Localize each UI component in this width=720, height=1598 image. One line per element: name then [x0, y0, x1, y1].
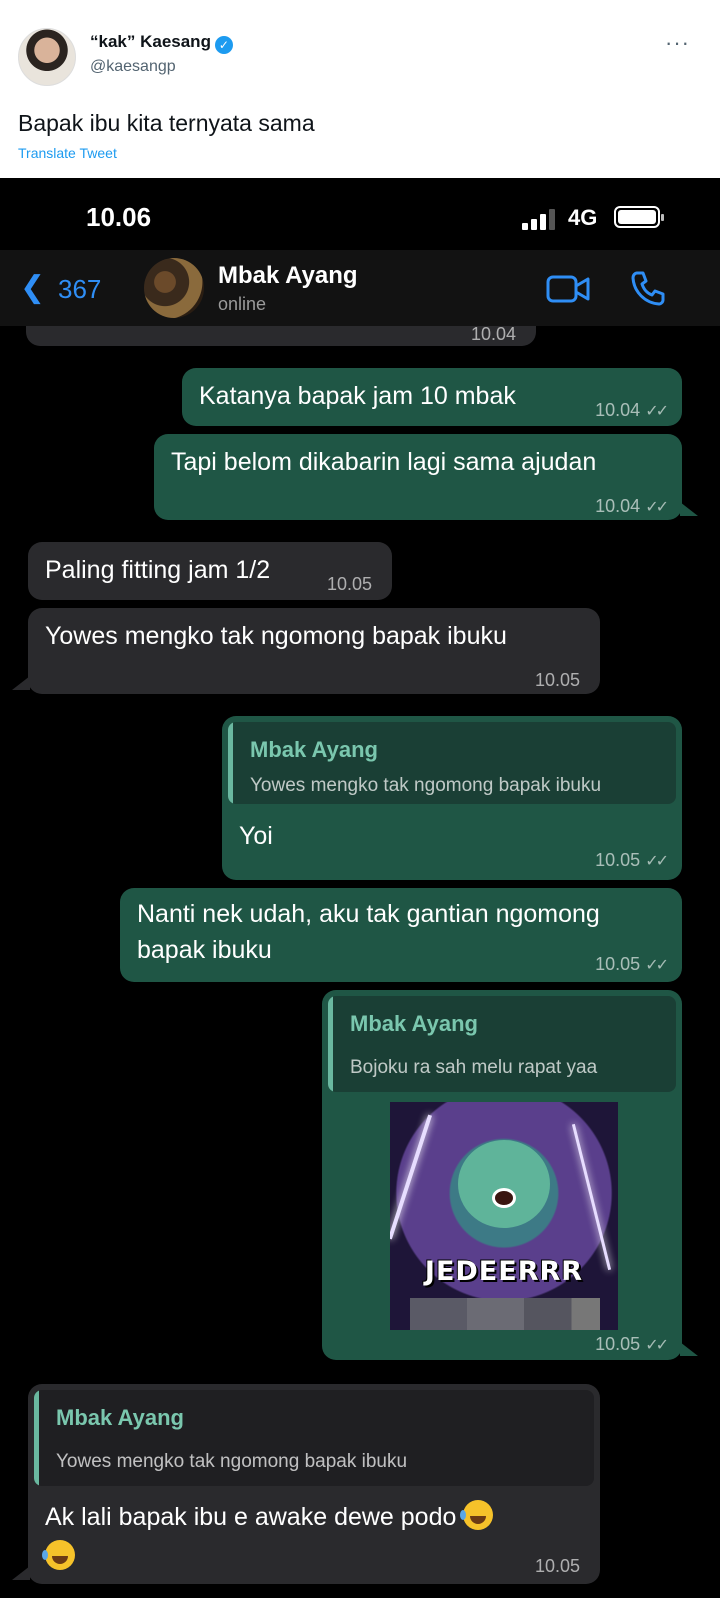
- message-bubble-outgoing[interactable]: Mbak Ayang Bojoku ra sah melu rapat yaa …: [322, 990, 682, 1360]
- message-bubble-partial[interactable]: 10.04: [26, 326, 536, 346]
- message-time: 10.05: [534, 670, 580, 690]
- message-text: Tapi belom dikabarin lagi sama ajudan: [171, 448, 597, 476]
- quote-text: Yowes mengko tak ngomong bapak ibuku: [56, 1451, 408, 1472]
- message-bubble-outgoing[interactable]: Katanya bapak jam 10 mbak 10.04 ✓✓: [182, 368, 682, 426]
- quote-author: Mbak Ayang: [350, 1011, 478, 1036]
- quote-text: Yowes mengko tak ngomong bapak ibuku: [250, 775, 602, 796]
- back-chevron-icon[interactable]: ❮: [20, 270, 45, 305]
- quote-text: Bojoku ra sah melu rapat yaa: [350, 1057, 598, 1078]
- bubble-tail: [680, 502, 698, 516]
- message-bubble-outgoing[interactable]: Tapi belom dikabarin lagi sama ajudan 10…: [154, 434, 682, 520]
- double-check-icon: ✓✓: [645, 1337, 669, 1354]
- phone-call-icon[interactable]: [630, 270, 666, 306]
- tweet-header: “kak” Kaesang ✓ @kaesangp ··· Bapak ibu k…: [0, 0, 720, 178]
- quoted-message[interactable]: Mbak Ayang Bojoku ra sah melu rapat yaa: [328, 996, 676, 1092]
- chat-screenshot: 10.06 4G ❮ 367 Mbak Ayang online 10.04 K…: [0, 178, 720, 1598]
- contact-status: online: [218, 294, 267, 314]
- message-time: 10.04 ✓✓: [595, 496, 669, 516]
- message-text-content: Ak lali bapak ibu e awake dewe podo: [45, 1503, 457, 1531]
- network-type: 4G: [568, 205, 598, 230]
- message-text-line2: [42, 1540, 75, 1573]
- translate-tweet-link[interactable]: Translate Tweet: [18, 145, 117, 161]
- double-check-icon: ✓✓: [645, 957, 669, 974]
- quoted-message[interactable]: Mbak Ayang Yowes mengko tak ngomong bapa…: [228, 722, 676, 804]
- bubble-tail: [680, 1342, 698, 1356]
- quote-bar: [228, 722, 233, 804]
- message-time: 10.05 ✓✓: [595, 1334, 669, 1354]
- message-time: 10.04: [470, 326, 516, 344]
- message-bubble-incoming[interactable]: Yowes mengko tak ngomong bapak ibuku 10.…: [28, 608, 600, 694]
- message-text: Ak lali bapak ibu e awake dewe podo: [45, 1500, 494, 1533]
- quote-author: Mbak Ayang: [56, 1405, 184, 1430]
- quoted-message[interactable]: Mbak Ayang Yowes mengko tak ngomong bapa…: [34, 1390, 594, 1486]
- tweet-author-handle[interactable]: @kaesangp: [90, 58, 176, 76]
- double-check-icon: ✓✓: [645, 853, 669, 870]
- more-options-icon[interactable]: ···: [665, 30, 690, 56]
- double-check-icon: ✓✓: [645, 499, 669, 516]
- signal-icon: [522, 208, 558, 230]
- status-time: 10.06: [86, 202, 152, 232]
- tweet-author-name[interactable]: “kak” Kaesang ✓: [90, 32, 233, 54]
- tweet-text: Bapak ibu kita ternyata sama: [18, 110, 315, 136]
- message-time: 10.05: [534, 1556, 580, 1576]
- contact-avatar[interactable]: [144, 258, 204, 318]
- sticker-image[interactable]: JEDEERRR: [390, 1102, 618, 1330]
- author-name-text: “kak” Kaesang: [90, 32, 211, 51]
- unread-count[interactable]: 367: [58, 274, 101, 305]
- battery-icon: [614, 206, 664, 228]
- quote-bar: [34, 1390, 39, 1486]
- message-time: 10.05: [326, 574, 372, 594]
- message-text: Yowes mengko tak ngomong bapak ibuku: [45, 622, 507, 650]
- quote-author: Mbak Ayang: [250, 737, 378, 762]
- chat-header: ❮ 367 Mbak Ayang online: [0, 250, 720, 326]
- avatar[interactable]: [18, 28, 76, 86]
- message-time: 10.04 ✓✓: [595, 400, 669, 420]
- video-call-icon[interactable]: [546, 274, 590, 304]
- message-bubble-incoming[interactable]: Mbak Ayang Yowes mengko tak ngomong bapa…: [28, 1384, 600, 1584]
- message-text: Katanya bapak jam 10 mbak: [199, 382, 516, 410]
- message-text: Yoi: [239, 822, 273, 850]
- message-list[interactable]: 10.04 Katanya bapak jam 10 mbak 10.04 ✓✓ …: [0, 326, 720, 1598]
- double-check-icon: ✓✓: [645, 403, 669, 420]
- message-text: Paling fitting jam 1/2: [45, 556, 271, 584]
- blurred-region: [410, 1298, 600, 1330]
- message-time: 10.05 ✓✓: [595, 850, 669, 870]
- message-bubble-outgoing[interactable]: Mbak Ayang Yowes mengko tak ngomong bapa…: [222, 716, 682, 880]
- rofl-emoji-icon: [42, 1540, 75, 1570]
- bubble-tail: [12, 1566, 30, 1580]
- quote-bar: [328, 996, 333, 1092]
- contact-name[interactable]: Mbak Ayang: [218, 262, 358, 290]
- message-bubble-incoming[interactable]: Paling fitting jam 1/2 10.05: [28, 542, 392, 600]
- message-text: bapak ibuku: [137, 936, 272, 964]
- sticker-caption: JEDEERRR: [424, 1256, 584, 1287]
- rofl-emoji-icon: [460, 1500, 494, 1530]
- bubble-tail: [12, 676, 30, 690]
- verified-badge-icon: ✓: [214, 36, 233, 54]
- message-text: Nanti nek udah, aku tak gantian ngomong: [137, 900, 600, 928]
- message-time: 10.05 ✓✓: [595, 954, 669, 974]
- message-bubble-outgoing[interactable]: Nanti nek udah, aku tak gantian ngomong …: [120, 888, 682, 982]
